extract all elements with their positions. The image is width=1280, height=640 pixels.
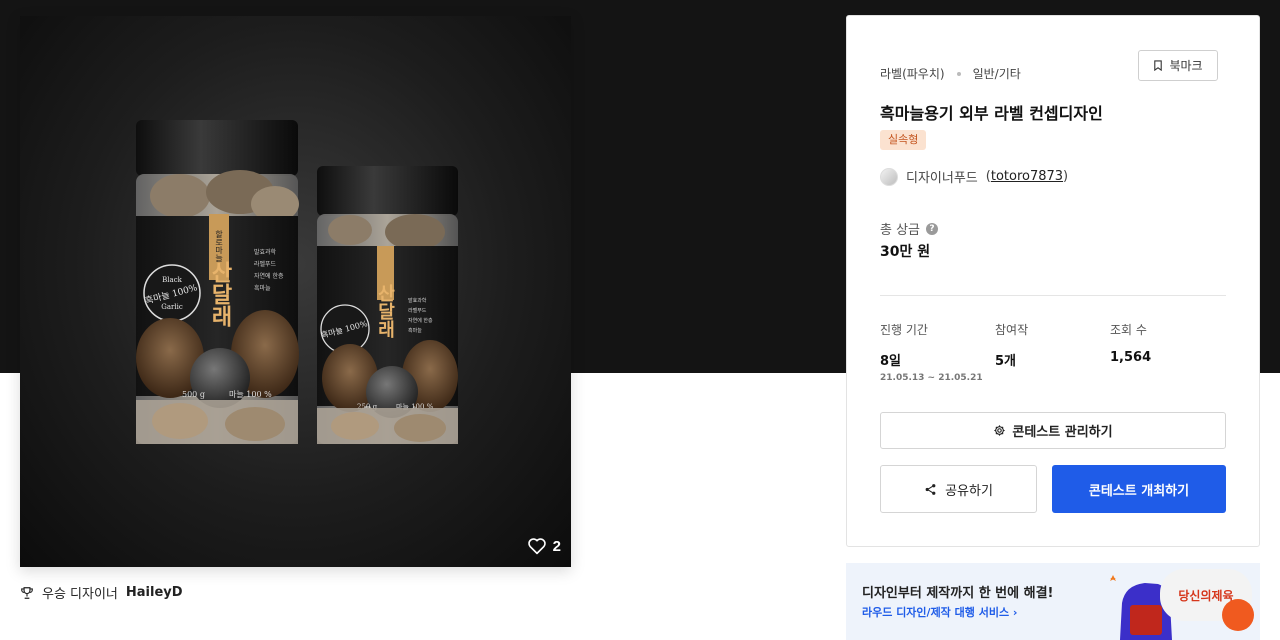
tier-badge: 실속형 — [880, 130, 927, 150]
ad-orange-circle — [1222, 599, 1254, 631]
chevron-right-icon: › — [1012, 606, 1018, 619]
large-jar: 할로마늘 산달래 Black 흑마늘 100% Garlic 발효과학 라벨푸드… — [136, 120, 299, 444]
prize-label-row: 총 상금 ? — [880, 219, 939, 238]
ad-banner[interactable]: 디자인부터 제작까지 한 번에 해결! 라우드 디자인/제작 대행 서비스 › … — [846, 563, 1260, 640]
ad-link[interactable]: 라우드 디자인/제작 대행 서비스 › — [862, 604, 1017, 620]
product-name-text: 산달래 — [207, 261, 233, 327]
feature-2: 라벨푸드 — [254, 260, 277, 268]
contest-title: 흑마늘용기 외부 라벨 컨셉디자인 — [880, 104, 1103, 123]
small-feature-2: 라벨푸드 — [408, 307, 427, 314]
seal-bottom-text: Garlic — [161, 303, 183, 311]
divider — [880, 295, 1226, 296]
stat-value: 1,564 — [1110, 350, 1152, 365]
separator-dot — [956, 71, 961, 76]
bookmark-label: 북마크 — [1169, 59, 1203, 73]
trophy-icon — [21, 586, 33, 599]
host-contest-button[interactable]: 콘테스트 개최하기 — [1052, 465, 1226, 513]
feature-3: 자연에 한층 — [254, 272, 284, 280]
large-weight: 500 g — [182, 390, 205, 399]
breadcrumb: 라벨(파우치) 일반/기타 — [880, 65, 1021, 82]
large-content: 마늘 100 % — [229, 390, 272, 399]
subcategory[interactable]: 일반/기타 — [973, 65, 1021, 82]
winner-designer: 우승 디자이너 HaileyD — [20, 583, 183, 602]
contest-info-card: 라벨(파우치) 일반/기타 북마크 흑마늘용기 외부 라벨 컨셉디자인 실속형 … — [846, 15, 1260, 547]
ad-link-label: 라우드 디자인/제작 대행 서비스 — [862, 606, 1010, 619]
manage-contest-button[interactable]: 콘테스트 관리하기 — [880, 412, 1226, 449]
heart-icon — [527, 538, 546, 555]
share-icon — [925, 483, 936, 495]
small-feature-1: 발효과학 — [408, 297, 427, 304]
like-button[interactable]: 2 — [527, 537, 561, 555]
stat-value: 8일 — [880, 354, 902, 369]
small-product-name-text: 산달래 — [375, 284, 396, 338]
host-id-close-paren: ) — [1063, 169, 1069, 184]
bookmark-icon — [1154, 60, 1163, 71]
feature-1: 발효과학 — [254, 248, 277, 256]
share-label: 공유하기 — [945, 483, 993, 499]
prize-label: 총 상금 — [880, 223, 921, 238]
small-feature-3: 자연에 한층 — [408, 317, 433, 324]
seal-top-text: Black — [162, 276, 182, 284]
stat-date-range: 21.05.13 ~ 21.05.21 — [880, 373, 983, 383]
host-name: 디자이너푸드 — [906, 171, 978, 186]
help-icon[interactable]: ? — [926, 222, 939, 235]
stat-label: 진행 기간 — [880, 323, 928, 337]
stat-label: 참여작 — [995, 323, 1029, 337]
stat-views: 조회 수 1,564 — [1110, 321, 1151, 365]
stat-value: 5개 — [995, 354, 1017, 369]
host-id-link[interactable]: totoro7873 — [991, 169, 1063, 184]
like-count: 2 — [552, 537, 561, 555]
prize-value: 30만 원 — [880, 244, 931, 260]
small-jar: 산달래 흑마늘 100% 발효과학 라벨푸드 자연에 한층 흑마늘 250 g … — [317, 166, 458, 444]
seal: Black 흑마늘 100% Garlic — [143, 264, 201, 322]
garlic-jars-illustration: 할로마늘 산달래 Black 흑마늘 100% Garlic 발효과학 라벨푸드… — [136, 120, 458, 444]
small-feature-4: 흑마늘 — [408, 327, 422, 334]
winner-name[interactable]: HaileyD — [126, 585, 183, 600]
gear-icon — [994, 425, 1006, 436]
ad-title: 디자인부터 제작까지 한 번에 해결! — [862, 586, 1054, 601]
ad-brand: 당신의제육 — [1178, 588, 1233, 603]
manage-label: 콘테스트 관리하기 — [1012, 425, 1113, 440]
bookmark-button[interactable]: 북마크 — [1138, 50, 1218, 81]
stat-duration: 진행 기간 8일 21.05.13 ~ 21.05.21 — [880, 321, 983, 383]
stat-entries: 참여작 5개 — [995, 321, 1028, 369]
feature-4: 흑마늘 — [254, 284, 271, 292]
stat-label: 조회 수 — [1110, 323, 1147, 337]
brand-tag-text: 할로마늘 — [214, 229, 223, 262]
category[interactable]: 라벨(파우치) — [880, 65, 945, 82]
host-info: 디자이너푸드 (totoro7873) — [880, 167, 1068, 186]
avatar — [880, 167, 898, 186]
share-button[interactable]: 공유하기 — [880, 465, 1037, 513]
product-image[interactable]: 할로마늘 산달래 Black 흑마늘 100% Garlic 발효과학 라벨푸드… — [20, 16, 571, 567]
winner-label: 우승 디자이너 — [42, 587, 118, 602]
